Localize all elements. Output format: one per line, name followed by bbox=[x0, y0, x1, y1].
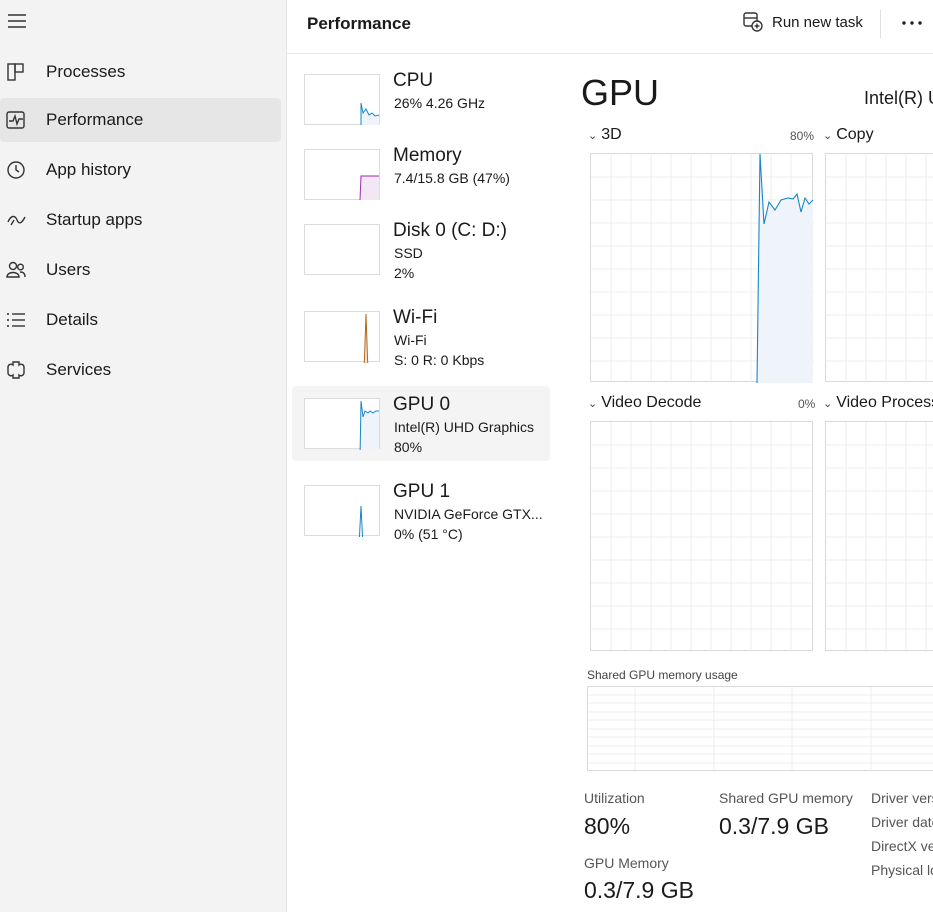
grid-copy bbox=[826, 154, 933, 383]
device-subtitle: Intel(R) UHD Graphics bbox=[394, 419, 535, 435]
sidebar-item-label: Users bbox=[46, 260, 91, 279]
more-options-icon[interactable] bbox=[899, 12, 925, 34]
sidebar-item-services[interactable]: Services bbox=[0, 348, 281, 392]
header-divider bbox=[880, 10, 881, 38]
sidebar-item-label: Details bbox=[46, 310, 98, 329]
device-title: Wi-Fi bbox=[393, 307, 438, 328]
chevron-down-icon: ⌄ bbox=[588, 129, 598, 142]
device-subtitle: 7.4/15.8 GB (47%) bbox=[394, 170, 510, 186]
device-usage: S: 0 R: 0 Kbps bbox=[394, 352, 485, 368]
disk-sparkline bbox=[304, 224, 380, 275]
gpu0-sparkline bbox=[304, 398, 380, 450]
engine-name: 3D bbox=[601, 126, 622, 143]
graph-video-processing bbox=[825, 421, 933, 652]
engine-name: Video Processing bbox=[836, 394, 933, 411]
physical-location-label: Physical location bbox=[871, 862, 933, 878]
sidebar-item-startup-apps[interactable]: Startup apps bbox=[0, 198, 281, 242]
driver-version-label: Driver version bbox=[871, 790, 933, 806]
sidebar-item-users[interactable]: Users bbox=[0, 248, 281, 292]
device-disk-0[interactable]: Disk 0 (C: D:) SSD 2% bbox=[292, 212, 550, 287]
sidebar-item-label: App history bbox=[46, 160, 132, 179]
users-icon bbox=[6, 261, 26, 278]
device-title: GPU 1 bbox=[393, 481, 451, 502]
sidebar-item-performance[interactable]: Performance bbox=[0, 98, 281, 142]
device-title: Memory bbox=[393, 145, 462, 166]
sidebar-item-label: Services bbox=[46, 360, 112, 379]
detail-heading: GPU bbox=[581, 72, 660, 113]
directx-version-label: DirectX version bbox=[871, 838, 933, 854]
sidebar: Processes Performance App history Startu… bbox=[0, 0, 287, 912]
device-gpu-0[interactable]: GPU 0 Intel(R) UHD Graphics 80% bbox=[292, 386, 550, 461]
engine-selector-video-processing[interactable]: ⌄ Video Processing bbox=[823, 394, 933, 412]
performance-icon bbox=[6, 111, 25, 129]
device-usage: 2% bbox=[394, 265, 415, 281]
engine-selector-copy[interactable]: ⌄ Copy bbox=[823, 126, 874, 144]
run-task-icon bbox=[743, 12, 763, 32]
header: Performance Run new task bbox=[287, 0, 933, 54]
grid-shared-memory bbox=[588, 687, 933, 772]
graph-3d bbox=[590, 153, 814, 383]
processes-icon bbox=[7, 63, 24, 81]
details-icon bbox=[7, 313, 25, 327]
device-subtitle: SSD bbox=[394, 245, 423, 261]
utilization-value: 80% bbox=[584, 813, 631, 839]
device-subtitle: Wi-Fi bbox=[394, 332, 427, 348]
startup-icon bbox=[7, 215, 26, 226]
page-title: Performance bbox=[307, 14, 411, 33]
device-subtitle: 26% 4.26 GHz bbox=[394, 95, 486, 111]
shared-memory-graph-label: Shared GPU memory usage bbox=[587, 668, 738, 682]
gpu-memory-value: 0.3/7.9 GB bbox=[584, 877, 694, 903]
device-title: Disk 0 (C: D:) bbox=[393, 220, 507, 241]
services-icon bbox=[7, 361, 25, 379]
gpu-model-name: Intel(R) UHD Graphics bbox=[864, 88, 933, 108]
gpu-memory-label: GPU Memory bbox=[584, 855, 669, 871]
history-icon bbox=[7, 161, 25, 179]
run-new-task-label: Run new task bbox=[772, 13, 863, 31]
device-usage: 0% (51 °C) bbox=[394, 526, 463, 542]
engine-selector-3d[interactable]: ⌄ 3D bbox=[588, 126, 622, 144]
grid-video-processing bbox=[826, 422, 933, 652]
sidebar-item-processes[interactable]: Processes bbox=[0, 50, 281, 94]
graph-video-decode bbox=[590, 421, 814, 652]
engine-percent: 0% bbox=[798, 397, 816, 411]
hamburger-menu-icon[interactable] bbox=[6, 12, 28, 30]
driver-date-label: Driver date bbox=[871, 814, 933, 830]
graph-copy bbox=[825, 153, 933, 383]
device-wifi[interactable]: Wi-Fi Wi-Fi S: 0 R: 0 Kbps bbox=[292, 299, 550, 374]
grid-video-decode bbox=[591, 422, 814, 652]
device-gpu-1[interactable]: GPU 1 NVIDIA GeForce GTX... 0% (51 °C) bbox=[292, 473, 550, 548]
wifi-sparkline bbox=[304, 311, 380, 363]
engine-name: Video Decode bbox=[601, 394, 702, 411]
device-cpu[interactable]: CPU 26% 4.26 GHz bbox=[292, 62, 550, 137]
grid-3d bbox=[591, 154, 814, 383]
sidebar-item-details[interactable]: Details bbox=[0, 298, 281, 342]
chevron-down-icon: ⌄ bbox=[823, 397, 833, 410]
memory-sparkline bbox=[304, 149, 380, 201]
gpu-detail-panel: GPU Intel(R) UHD Graphics ⌄ 3D 80% ⌄ Cop… bbox=[570, 54, 933, 912]
engine-selector-video-decode[interactable]: ⌄ Video Decode bbox=[588, 394, 701, 412]
sidebar-item-label: Processes bbox=[46, 62, 126, 81]
run-new-task-button[interactable]: Run new task bbox=[742, 10, 863, 34]
device-title: GPU 0 bbox=[393, 394, 451, 415]
engine-name: Copy bbox=[836, 126, 874, 143]
device-title: CPU bbox=[393, 70, 434, 91]
utilization-label: Utilization bbox=[584, 790, 645, 806]
device-memory[interactable]: Memory 7.4/15.8 GB (47%) bbox=[292, 137, 550, 212]
sidebar-item-app-history[interactable]: App history bbox=[0, 148, 281, 192]
chevron-down-icon: ⌄ bbox=[588, 397, 598, 410]
device-subtitle: NVIDIA GeForce GTX... bbox=[394, 506, 543, 522]
chevron-down-icon: ⌄ bbox=[823, 129, 833, 142]
cpu-sparkline bbox=[304, 74, 380, 125]
sidebar-item-label: Startup apps bbox=[46, 210, 143, 229]
gpu1-sparkline bbox=[304, 485, 380, 537]
shared-memory-label: Shared GPU memory bbox=[719, 790, 853, 806]
device-usage: 80% bbox=[394, 439, 423, 455]
shared-memory-value: 0.3/7.9 GB bbox=[719, 813, 829, 839]
sidebar-item-label: Performance bbox=[46, 110, 144, 129]
graph-shared-memory bbox=[587, 686, 933, 772]
engine-percent: 80% bbox=[790, 129, 815, 143]
